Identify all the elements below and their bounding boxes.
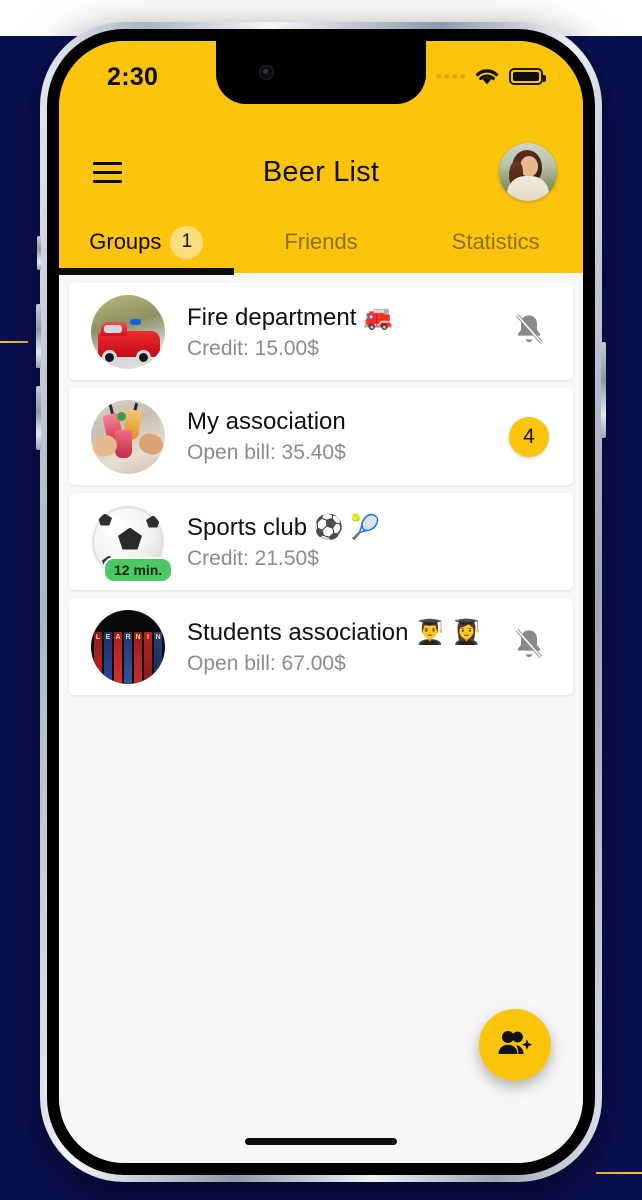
home-indicator[interactable] — [245, 1138, 397, 1145]
add-group-button[interactable] — [479, 1009, 551, 1081]
group-title: Sports club ⚽ 🎾 — [187, 513, 381, 541]
tab-friends[interactable]: Friends — [234, 211, 409, 273]
list-item[interactable]: L E A R N I N Students association 👨‍🎓 � — [69, 598, 573, 695]
list-item-text: Fire department 🚒 Credit: 15.00$ — [187, 303, 503, 361]
bell-off-icon[interactable] — [512, 311, 546, 352]
decor-line-left — [0, 341, 28, 343]
unread-count-badge[interactable]: 4 — [509, 416, 549, 457]
tab-groups-label: Groups — [89, 229, 162, 254]
list-item-text: Students association 👨‍🎓 👩‍🎓 Open bill: … — [187, 618, 503, 676]
list-item-text: Sports club ⚽ 🎾 Credit: 21.50$ — [187, 513, 503, 571]
list-item[interactable]: Fire department 🚒 Credit: 15.00$ — [69, 283, 573, 380]
hamburger-menu-icon[interactable] — [93, 161, 122, 183]
time-badge: 12 min. — [103, 556, 174, 583]
group-title: Students association 👨‍🎓 👩‍🎓 — [187, 618, 482, 646]
status-bar-time: 2:30 — [107, 63, 159, 91]
volume-down-button[interactable] — [36, 386, 41, 450]
tab-bar: Groups 1 Friends Statistics — [59, 211, 583, 275]
list-item[interactable]: 12 min. Sports club ⚽ 🎾 Credit: 21.50$ — [69, 493, 573, 590]
books-avatar: L E A R N I N — [91, 609, 165, 684]
list-item[interactable]: My association Open bill: 35.40$ 4 — [69, 388, 573, 485]
group-subtitle: Credit: 15.00$ — [187, 336, 319, 360]
user-avatar-image[interactable] — [499, 143, 557, 201]
bell-off-icon[interactable] — [512, 626, 546, 667]
device-notch — [216, 41, 426, 104]
tab-statistics-label: Statistics — [451, 229, 540, 254]
signal-dots-icon — [436, 74, 465, 79]
phone-bezel: 2:30 Beer List Groups 1 Friends Statisti… — [47, 29, 595, 1175]
group-subtitle: Open bill: 35.40$ — [187, 441, 346, 464]
group-subtitle: Open bill: 67.00$ — [187, 651, 346, 675]
silent-switch-button[interactable] — [37, 236, 41, 270]
group-title: My association — [187, 408, 346, 435]
wifi-icon — [474, 67, 500, 86]
phone-frame: 2:30 Beer List Groups 1 Friends Statisti… — [36, 22, 606, 1182]
power-button[interactable] — [601, 342, 606, 438]
group-title: Fire department 🚒 — [187, 303, 393, 331]
soccer-ball-avatar: 12 min. — [91, 504, 174, 583]
tab-groups[interactable]: Groups 1 — [59, 211, 234, 275]
volume-up-button[interactable] — [36, 304, 41, 368]
tab-active-indicator — [59, 268, 234, 275]
list-item-trailing — [503, 626, 555, 667]
cocktail-party-avatar — [91, 399, 165, 474]
front-camera-icon — [259, 65, 274, 80]
tab-friends-label: Friends — [284, 229, 358, 254]
books-avatar-letters: L E A R N I N — [95, 633, 161, 641]
phone-screen: 2:30 Beer List Groups 1 Friends Statisti… — [59, 41, 583, 1163]
add-group-member-icon — [497, 1028, 533, 1063]
group-subtitle: Credit: 21.50$ — [187, 546, 319, 570]
battery-full-icon — [509, 68, 546, 85]
list-item-trailing: 4 — [503, 416, 555, 457]
status-bar-indicators — [436, 67, 546, 86]
decor-line-right — [596, 1172, 642, 1174]
tab-statistics[interactable]: Statistics — [408, 211, 583, 273]
list-item-text: My association Open bill: 35.40$ — [187, 408, 503, 465]
list-item-trailing — [503, 311, 555, 352]
fire-truck-avatar — [91, 294, 165, 369]
app-bar: Beer List — [59, 133, 583, 211]
tab-groups-badge: 1 — [170, 225, 204, 259]
